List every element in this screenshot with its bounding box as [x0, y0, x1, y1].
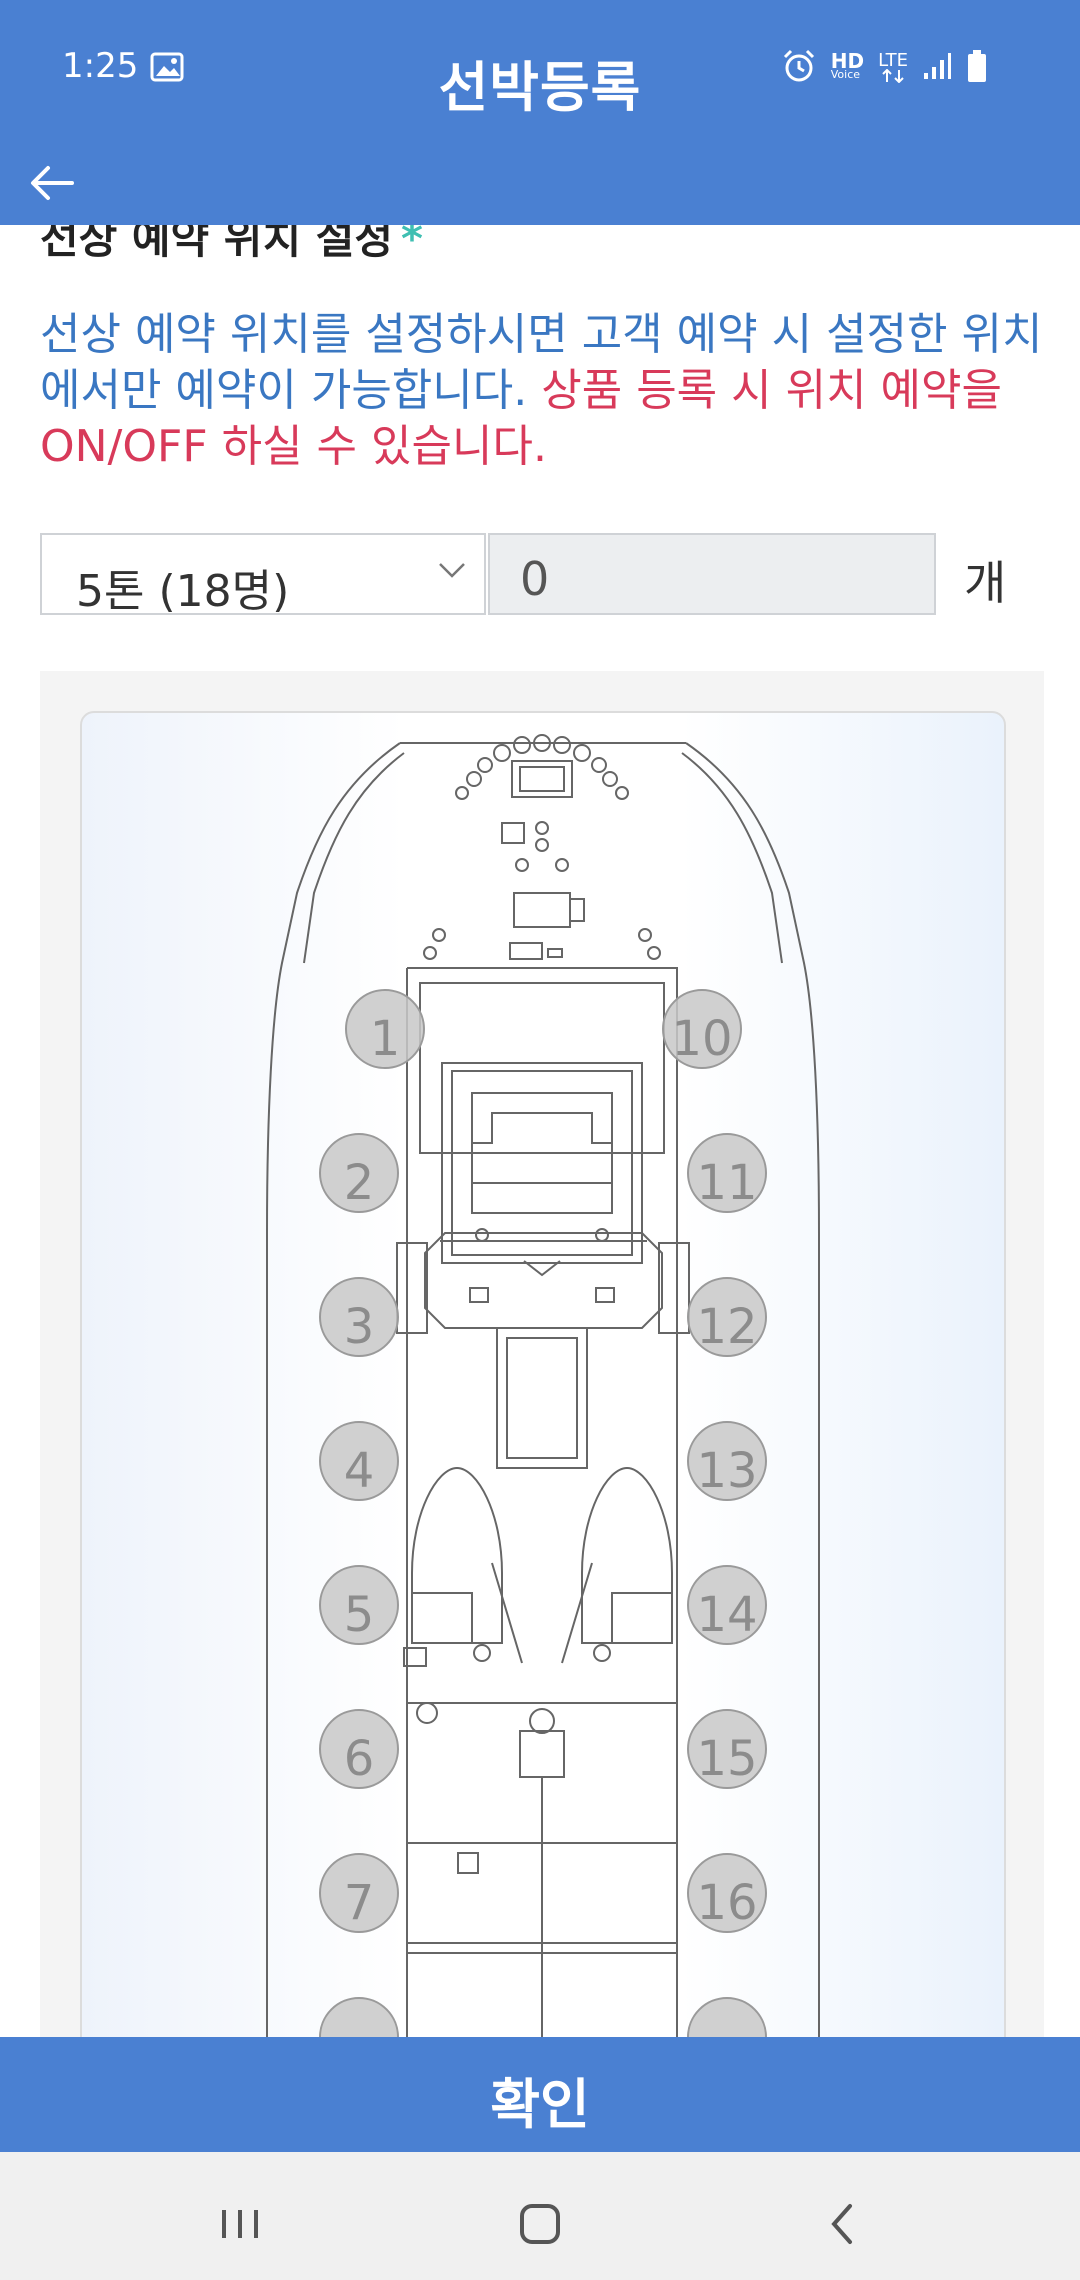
- home-icon: [520, 2204, 560, 2244]
- boat-size-value: 5톤 (18명): [76, 566, 290, 617]
- seat-10[interactable]: 10: [662, 989, 742, 1069]
- seat-16[interactable]: 16: [687, 1853, 767, 1933]
- seat-14[interactable]: 14: [687, 1565, 767, 1645]
- home-button[interactable]: [510, 2194, 570, 2254]
- seat-12[interactable]: 12: [687, 1277, 767, 1357]
- confirm-button[interactable]: 확인: [0, 2037, 1080, 2152]
- recent-apps-icon: [222, 2210, 258, 2238]
- page-title: 선박등록: [438, 56, 642, 119]
- app-bar: 선박등록: [0, 56, 1080, 225]
- section-title: 선상 예약 위치 설정 *: [40, 225, 423, 266]
- nav-back-button[interactable]: [812, 2194, 872, 2254]
- seat-2[interactable]: 2: [319, 1133, 399, 1213]
- seat-5[interactable]: 5: [319, 1565, 399, 1645]
- seat-6[interactable]: 6: [319, 1709, 399, 1789]
- boat-diagram: [266, 734, 820, 2037]
- seat-count-input[interactable]: [488, 533, 936, 615]
- required-mark: *: [401, 225, 423, 263]
- seat-3[interactable]: 3: [319, 1277, 399, 1357]
- back-button[interactable]: [28, 158, 78, 208]
- seat-13[interactable]: 13: [687, 1421, 767, 1501]
- content-area: 선상 예약 위치 설정 * 선상 예약 위치를 설정하시면 고객 예약 시 설정한…: [0, 225, 1080, 2037]
- seat-4[interactable]: 4: [319, 1421, 399, 1501]
- seat-7[interactable]: 7: [319, 1853, 399, 1933]
- boat-layout-panel: 1 2 3 4 5 6 7 10 11 12 13 14 15 16: [40, 671, 1044, 2037]
- recent-apps-button[interactable]: [210, 2194, 270, 2254]
- boat-layout-card: 1 2 3 4 5 6 7 10 11 12 13 14 15 16: [80, 711, 1006, 2037]
- section-description: 선상 예약 위치를 설정하시면 고객 예약 시 설정한 위치에서만 예약이 가능…: [40, 307, 1050, 475]
- system-nav-bar: [0, 2152, 1080, 2280]
- count-unit: 개: [964, 556, 1007, 610]
- chevron-down-icon: [438, 561, 466, 583]
- arrow-left-icon: [31, 166, 74, 200]
- back-icon: [831, 2204, 852, 2244]
- section-title-text: 선상 예약 위치 설정: [40, 225, 393, 263]
- seat-1[interactable]: 1: [345, 989, 425, 1069]
- seat-11[interactable]: 11: [687, 1133, 767, 1213]
- seat-15[interactable]: 15: [687, 1709, 767, 1789]
- boat-size-select[interactable]: 5톤 (18명): [40, 533, 486, 617]
